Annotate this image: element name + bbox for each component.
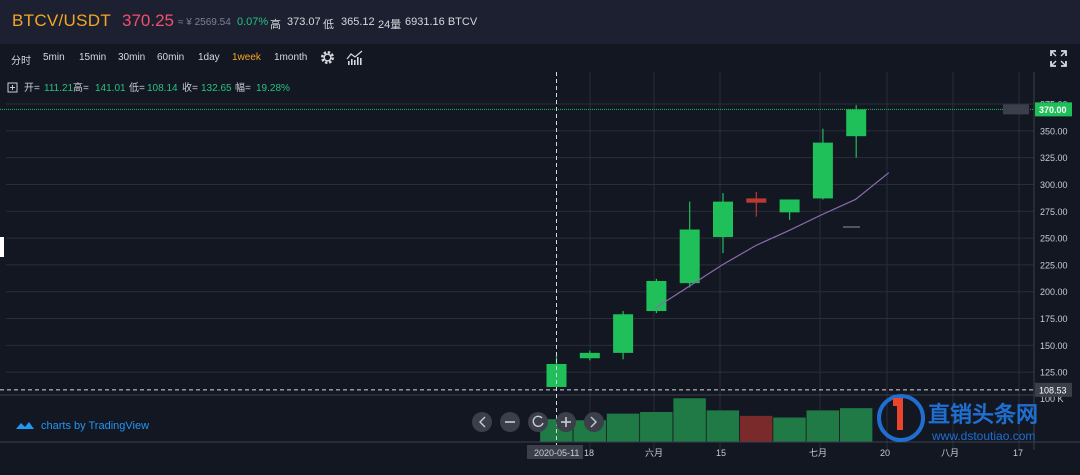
legend-amplitude-label: 幅=: [235, 81, 251, 94]
current-price-tag-label: 370.00: [1039, 105, 1067, 115]
high-value: 373.07: [287, 16, 321, 28]
change-percent: 0.07%: [237, 16, 269, 28]
interval-60min[interactable]: 60min: [157, 52, 184, 63]
interval-1month[interactable]: 1month: [274, 52, 307, 63]
zoom-out-button[interactable]: [500, 412, 520, 432]
interval-15min[interactable]: 15min: [79, 52, 106, 63]
time-tick-label: 六月: [645, 447, 663, 458]
indicators-icon[interactable]: [346, 49, 364, 66]
legend-low: 108.14: [147, 83, 178, 94]
tradingview-branding[interactable]: charts by TradingView: [16, 420, 149, 432]
scroll-right-button[interactable]: [584, 412, 604, 432]
price-tick-label: 325.00: [1040, 153, 1068, 163]
crosshair-price-label: 108.53: [1039, 385, 1067, 395]
time-tick-label: 七月: [809, 448, 827, 458]
fullscreen-icon[interactable]: [1049, 49, 1068, 68]
reset-view-button[interactable]: [528, 412, 548, 432]
candle-body: [646, 281, 667, 312]
candles: [546, 105, 867, 391]
candle-body: [846, 109, 867, 137]
candle-body: [812, 142, 833, 199]
chart-overlays: [0, 72, 1034, 450]
price-tick-label: 225.00: [1040, 260, 1068, 270]
price-tick-label: 125.00: [1040, 368, 1068, 378]
volume-bar: [806, 409, 840, 443]
time-tick-label: 17: [1013, 448, 1023, 458]
legend-high-label: 高=: [73, 81, 89, 94]
price-axis: 375.00350.00325.00300.00275.00250.00225.…: [1003, 72, 1080, 450]
watermark-logo-mark: [893, 398, 903, 430]
candle-body: [779, 199, 800, 213]
cny-price: ≈ ¥ 2569.54: [178, 17, 231, 28]
chart-canvas[interactable]: 375.00350.00325.00300.00275.00250.00225.…: [0, 72, 1080, 470]
candle-body: [579, 352, 600, 359]
volume-bar: [672, 397, 707, 443]
candle-body: [713, 201, 733, 238]
volume-bar: [772, 417, 807, 443]
interval-1day[interactable]: 1day: [198, 52, 220, 63]
volume-bar: [639, 411, 674, 443]
volume-label: 24量: [378, 19, 402, 31]
time-tick-label: 八月: [941, 448, 959, 458]
price-tick-label: 150.00: [1040, 341, 1068, 351]
site-watermark: 直销头条网 www.dstoutiao.com: [877, 394, 1038, 443]
last-price: 370.25: [122, 11, 174, 30]
price-chart[interactable]: 375.00350.00325.00300.00275.00250.00225.…: [0, 72, 1080, 470]
price-tick-label: 175.00: [1040, 314, 1068, 324]
high-label: 高: [270, 19, 281, 31]
price-tick-label: 250.00: [1040, 234, 1068, 244]
price-tick-label: 350.00: [1040, 126, 1068, 136]
volume-value: 6931.16 BTCV: [405, 16, 478, 28]
low-label: 低: [323, 19, 334, 31]
legend-low-label: 低=: [129, 81, 145, 94]
chart-grid: [0, 72, 1034, 450]
volume-bar: [706, 409, 740, 443]
interval-timeline[interactable]: 分时: [11, 52, 31, 67]
price-tick-label: 200.00: [1040, 287, 1068, 297]
volume-bar: [606, 413, 640, 443]
legend-open-label: 开=: [24, 83, 40, 94]
volume-bar: [839, 407, 873, 443]
legend-open: 111.21: [44, 83, 74, 94]
candle-body: [679, 229, 700, 284]
time-tick-label: 2020-05-11: [534, 448, 579, 458]
tradingview-logo-icon: [16, 422, 34, 429]
settings-gear-icon[interactable]: [319, 49, 336, 66]
legend-close: 132.65: [201, 83, 232, 94]
ticker-header: BTCV/USDT 370.25 ≈ ¥ 2569.54 0.07% 高 373…: [0, 0, 1080, 45]
ohlc-legend: 开= 111.21 高= 141.01 低= 108.14 收= 132.65 …: [7, 81, 290, 94]
tradingview-text: charts by TradingView: [41, 420, 149, 432]
time-tick-label: 20: [880, 448, 890, 458]
scroll-left-button[interactable]: [472, 412, 492, 432]
low-value: 365.12: [341, 16, 375, 28]
volume-bar: [739, 415, 773, 443]
legend-amplitude: 19.28%: [256, 83, 290, 94]
time-tick-label: 15: [716, 448, 726, 458]
price-tick-label: 300.00: [1040, 180, 1068, 190]
price-tag-badge: [1003, 104, 1029, 115]
legend-high: 141.01: [95, 83, 126, 94]
candle-body: [746, 198, 767, 203]
price-tick-label: 275.00: [1040, 207, 1068, 217]
interval-5min[interactable]: 5min: [43, 52, 65, 63]
legend-close-label: 收=: [182, 81, 198, 94]
interval-30min[interactable]: 30min: [118, 52, 145, 63]
time-tick-label: 18: [584, 448, 594, 458]
left-edge-handle[interactable]: [0, 237, 4, 257]
zoom-in-button[interactable]: [556, 412, 576, 432]
watermark-title: 直销头条网: [928, 402, 1038, 427]
time-axis: 2020-05-11 18 六月 15 七月 20 八月 17: [0, 441, 1080, 459]
interval-toolbar: 分时 5min 15min 30min 60min 1day 1week 1mo…: [0, 44, 1080, 72]
pair-name[interactable]: BTCV/USDT: [12, 11, 111, 31]
interval-1week[interactable]: 1week: [232, 52, 261, 63]
watermark-url: www.dstoutiao.com: [931, 429, 1035, 443]
candle-body: [613, 314, 634, 353]
